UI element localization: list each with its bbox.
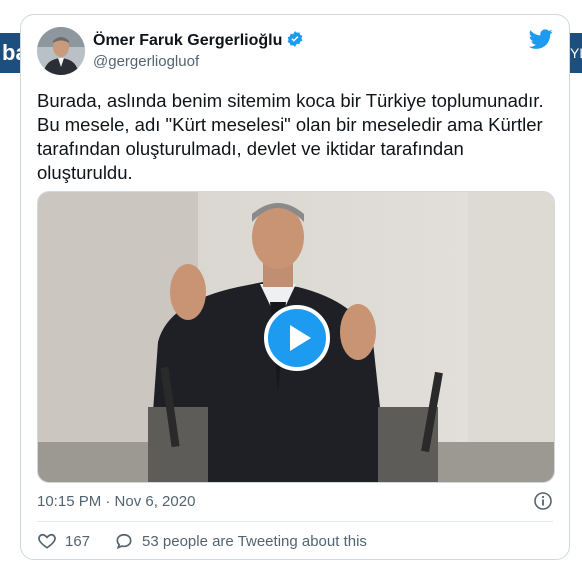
action-bar: 167 53 people are Tweeting about this: [37, 531, 391, 551]
tweet-text: Burada, aslında benim sitemim koca bir T…: [37, 90, 544, 183]
speech-bubble-icon: [116, 533, 132, 550]
author-handle[interactable]: @gergerliogluof: [93, 53, 199, 70]
author-name[interactable]: Ömer Faruk Gergerlioğlu: [93, 32, 282, 49]
avatar[interactable]: [37, 27, 85, 75]
tweet-card[interactable]: Ömer Faruk Gergerlioğlu @gergerliogluof …: [20, 14, 570, 560]
info-icon[interactable]: [533, 491, 553, 516]
play-icon[interactable]: [264, 305, 330, 371]
background-fragment-left: ba: [0, 33, 22, 73]
verified-badge-icon: [286, 30, 304, 53]
twitter-bird-icon[interactable]: [528, 27, 553, 51]
like-count: 167: [65, 532, 91, 550]
heart-icon: [38, 533, 56, 549]
author-name-row[interactable]: Ömer Faruk Gergerlioğlu: [93, 30, 304, 53]
tweeting-about-text: 53 people are Tweeting about this: [142, 532, 367, 550]
divider: [37, 521, 553, 522]
background-fragment-right: YL: [570, 33, 582, 73]
like-button[interactable]: 167: [37, 531, 90, 551]
tweeting-about-link[interactable]: 53 people are Tweeting about this: [114, 531, 367, 551]
tweet-timestamp[interactable]: 10:15 PM · Nov 6, 2020: [37, 493, 195, 510]
